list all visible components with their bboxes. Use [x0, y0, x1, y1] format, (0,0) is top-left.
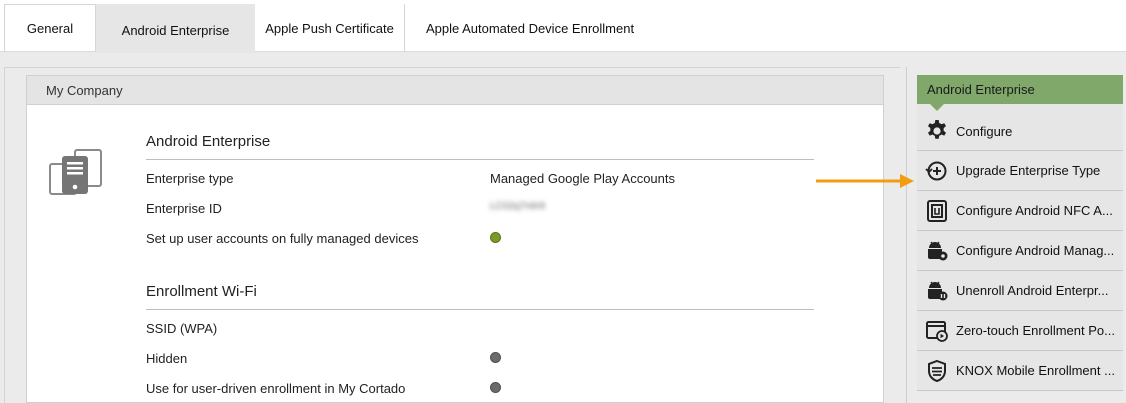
row-label-user-driven-enrollment: Use for user-driven enrollment in My Cor…	[146, 381, 406, 396]
row-label-enterprise-type: Enterprise type	[146, 171, 234, 186]
actions-panel-title: Android Enterprise	[927, 82, 1035, 97]
zero-touch-icon	[923, 317, 951, 345]
tab-apple-automated-device-enrollment[interactable]: Apple Automated Device Enrollment	[405, 4, 655, 52]
gear-icon	[923, 117, 951, 145]
action-configure-android-nfc[interactable]: Configure Android NFC A...	[917, 191, 1123, 231]
section-title-android-enterprise: Android Enterprise	[146, 133, 271, 150]
action-label: Upgrade Enterprise Type	[956, 163, 1101, 178]
row-label-hidden: Hidden	[146, 351, 188, 366]
company-card: My Company Android Enterprise Enterprise…	[26, 75, 884, 403]
tab-general[interactable]: General	[4, 4, 96, 52]
nfc-icon	[923, 197, 951, 225]
action-label: Configure	[956, 123, 1013, 139]
actions-panel-header: Android Enterprise	[917, 75, 1123, 111]
upgrade-icon	[923, 157, 951, 185]
row-value-enterprise-type: Managed Google Play Accounts	[490, 171, 676, 186]
status-dot-off	[490, 382, 501, 393]
status-dot-on	[490, 232, 501, 243]
device-stack-icon	[49, 149, 102, 195]
section-divider	[146, 159, 814, 160]
tab-apple-push-certificate[interactable]: Apple Push Certificate	[255, 4, 405, 52]
tab-bar: General Android Enterprise Apple Push Ce…	[0, 0, 1126, 53]
action-unenroll-android-enterprise[interactable]: Unenroll Android Enterpr...	[917, 271, 1123, 311]
action-label: Unenroll Android Enterpr...	[956, 283, 1109, 298]
row-label-enterprise-id: Enterprise ID	[146, 201, 222, 216]
action-zero-touch-enrollment[interactable]: Zero-touch Enrollment Po...	[917, 311, 1123, 351]
status-dot-off	[490, 352, 501, 363]
action-label: KNOX Mobile Enrollment ...	[956, 363, 1115, 378]
android-unenroll-icon	[923, 277, 951, 305]
header-notch	[930, 104, 944, 111]
section-title-enrollment-wifi: Enrollment Wi-Fi	[146, 283, 257, 300]
action-configure-android-managed[interactable]: Configure Android Manag...	[917, 231, 1123, 271]
tab-android-enterprise[interactable]: Android Enterprise	[96, 4, 255, 53]
action-configure[interactable]: Configure	[917, 104, 1123, 151]
action-label: Configure Android Manag...	[956, 243, 1115, 258]
action-knox-mobile-enrollment[interactable]: KNOX Mobile Enrollment ...	[917, 351, 1123, 391]
row-value-enterprise-id: LC02q7n6r9	[490, 201, 546, 212]
panel-divider	[906, 67, 907, 403]
row-label-user-accounts: Set up user accounts on fully managed de…	[146, 231, 419, 246]
actions-panel: Android Enterprise Configure Upgrade Ent…	[917, 75, 1123, 403]
action-label: Zero-touch Enrollment Po...	[956, 323, 1115, 338]
knox-shield-icon	[923, 357, 951, 385]
card-header: My Company	[27, 76, 883, 105]
row-label-ssid: SSID (WPA)	[146, 321, 218, 336]
android-gear-icon	[923, 237, 951, 265]
section-divider	[146, 309, 814, 310]
annotation-arrow-icon	[816, 174, 914, 188]
action-label: Configure Android NFC A...	[956, 203, 1113, 218]
action-upgrade-enterprise-type[interactable]: Upgrade Enterprise Type	[917, 151, 1123, 191]
